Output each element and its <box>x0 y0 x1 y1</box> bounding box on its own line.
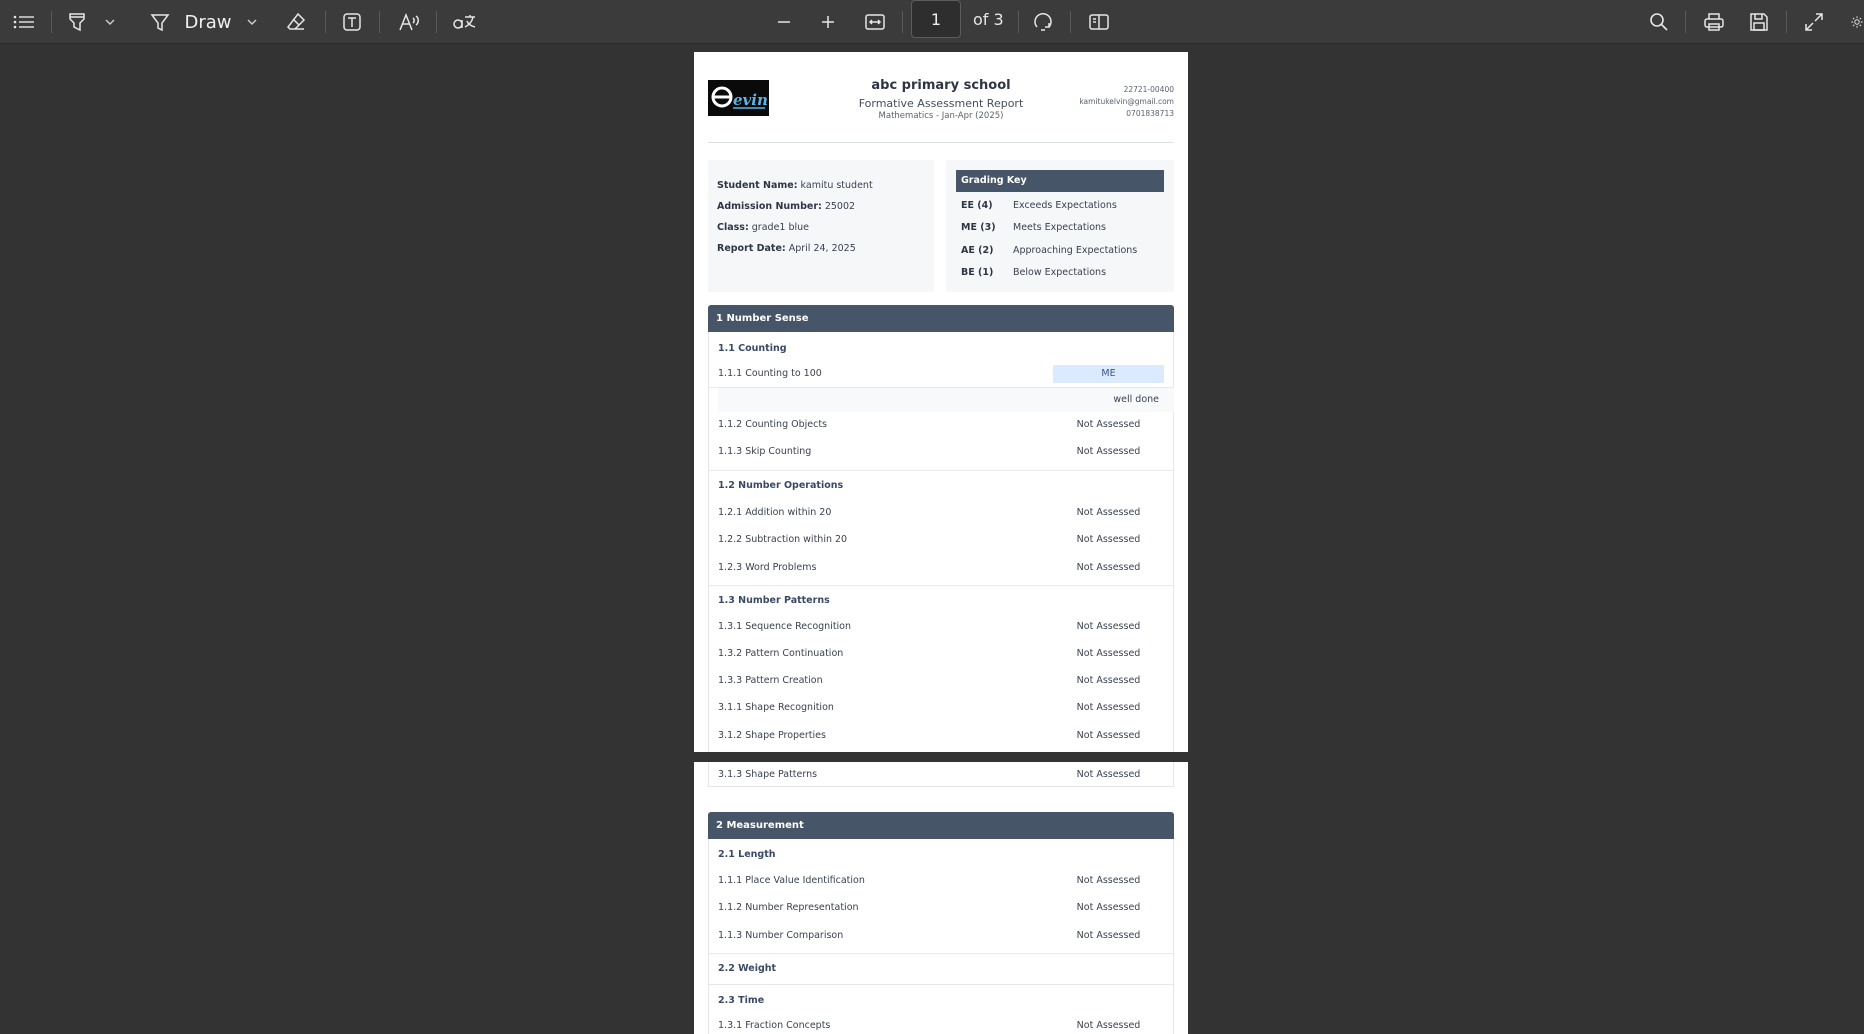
assessment-row: 1.3.2 Pattern Continuation Not Assessed <box>718 648 1141 659</box>
sub-strand-title: 1.1 Counting <box>718 343 787 354</box>
assessment-row: 1.1.3 Number Comparison Not Assessed <box>718 930 1141 941</box>
assessment-row: 1.2.2 Subtraction within 20 Not Assessed <box>718 534 1141 545</box>
student-info-box: Student Name: kamitu student Admission N… <box>708 160 934 292</box>
grading-key-row: AE (2) Approaching Expectations <box>961 245 1138 256</box>
assessment-row: 1.2.1 Addition within 20 Not Assessed <box>718 507 1141 518</box>
class-name: grade1 blue <box>751 222 810 233</box>
text-box-icon[interactable] <box>338 0 366 44</box>
draw-button[interactable]: Draw <box>184 0 232 44</box>
pdf-page-1: evin abc primary school Formative Assess… <box>694 52 1188 752</box>
draw-icon[interactable] <box>146 0 174 44</box>
student-name-row: Student Name: kamitu student <box>717 180 873 191</box>
settings-icon[interactable] <box>1846 0 1864 44</box>
grading-key-row: BE (1) Below Expectations <box>961 267 1107 278</box>
strand-header-number-sense: 1 Number Sense <box>708 305 1174 332</box>
page-total-label: of 3 <box>973 9 1004 29</box>
admission-number-row: Admission Number: 25002 <box>717 201 856 212</box>
save-icon[interactable] <box>1745 0 1773 44</box>
assessment-row: 1.3.1 Fraction Concepts Not Assessed <box>718 1020 1141 1031</box>
sub-strand-title: 1.2 Number Operations <box>718 480 844 491</box>
page-view-icon[interactable] <box>1085 0 1113 44</box>
sub-strand-title: 2.1 Length <box>718 849 776 860</box>
contact-phone: 0701838713 <box>1126 109 1174 118</box>
assessment-row: 1.1.2 Counting Objects Not Assessed <box>718 419 1141 430</box>
translate-icon[interactable] <box>449 0 479 44</box>
grading-key-row: ME (3) Meets Expectations <box>961 222 1106 233</box>
assessment-row: 1.3.3 Pattern Creation Not Assessed <box>718 675 1141 686</box>
sub-strand-title: 2.3 Time <box>718 995 765 1006</box>
section-divider <box>709 953 1173 954</box>
grade-badge: ME <box>1053 365 1164 383</box>
zoom-out-icon[interactable] <box>772 0 796 44</box>
grading-key-box: Grading Key EE (4) Exceeds Expectations M… <box>946 160 1174 292</box>
report-date-row: Report Date: April 24, 2025 <box>717 243 856 254</box>
report-date: April 24, 2025 <box>788 243 856 254</box>
student-name: kamitu student <box>800 180 873 191</box>
pdf-toolbar: Draw 1 of 3 <box>0 0 1864 44</box>
teacher-comment: well done <box>718 388 1174 412</box>
strand-header-measurement: 2 Measurement <box>708 812 1174 839</box>
contents-icon[interactable] <box>10 0 38 44</box>
assessment-row: 1.1.2 Number Representation Not Assessed <box>718 902 1141 913</box>
admission-number: 25002 <box>824 201 856 212</box>
section-divider <box>709 585 1173 586</box>
contact-email: kamitukelvin@gmail.com <box>1079 97 1174 106</box>
search-icon[interactable] <box>1645 0 1673 44</box>
grading-key-title: Grading Key <box>956 170 1164 192</box>
print-icon[interactable] <box>1700 0 1728 44</box>
assessment-row: 1.3.1 Sequence Recognition Not Assessed <box>718 621 1141 632</box>
rotate-icon[interactable] <box>1029 0 1057 44</box>
zoom-in-icon[interactable] <box>816 0 840 44</box>
assessment-row: 1.1.1 Place Value Identification Not Ass… <box>718 875 1141 886</box>
fit-to-width-icon[interactable] <box>861 0 889 44</box>
highlight-icon[interactable] <box>62 0 92 44</box>
header-divider <box>708 142 1174 143</box>
page-number-input[interactable]: 1 <box>911 0 961 38</box>
eraser-icon[interactable] <box>282 0 310 44</box>
school-contact: 22721-00400 kamitukelvin@gmail.com 07018… <box>1079 84 1174 120</box>
sub-strand-title: 2.2 Weight <box>718 963 777 974</box>
assessment-row: 3.1.3 Shape Patterns Not Assessed <box>718 769 1141 780</box>
highlight-options-chevron-icon[interactable] <box>100 0 120 44</box>
sub-strand-title: 1.3 Number Patterns <box>718 595 830 606</box>
assessment-row: 1.1.1 Counting to 100 ME <box>718 365 1164 385</box>
assessment-row: 1.1.3 Skip Counting Not Assessed <box>718 446 1141 457</box>
draw-label: Draw <box>184 11 232 33</box>
assessment-row: 1.2.3 Word Problems Not Assessed <box>718 562 1141 573</box>
assessment-row: 3.1.1 Shape Recognition Not Assessed <box>718 702 1141 713</box>
assessment-row: 3.1.2 Shape Properties Not Assessed <box>718 730 1141 741</box>
section-divider <box>709 984 1173 985</box>
read-aloud-icon[interactable] <box>394 0 424 44</box>
section-divider <box>709 470 1173 471</box>
page-number-value: 1 <box>930 9 942 29</box>
class-row: Class: grade1 blue <box>717 222 810 233</box>
draw-options-chevron-icon[interactable] <box>242 0 262 44</box>
grading-key-row: EE (4) Exceeds Expectations <box>961 200 1117 211</box>
full-screen-icon[interactable] <box>1800 0 1828 44</box>
contact-box: 22721-00400 <box>1123 85 1174 94</box>
pdf-page-2: 3.1.3 Shape Patterns Not Assessed 2 Meas… <box>694 762 1188 1034</box>
